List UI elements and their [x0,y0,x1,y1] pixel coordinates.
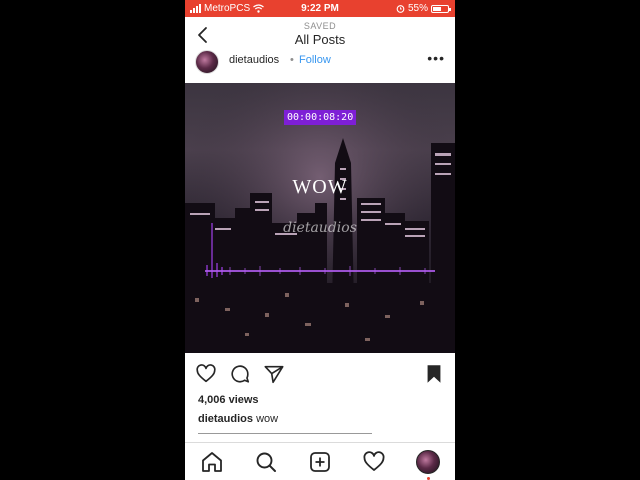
alarm-icon [396,5,405,13]
post-video[interactable]: 00:00:08:20 WOW dietaudios [185,83,455,353]
video-overlay-title: WOW [292,176,348,198]
header-subtitle: SAVED [303,21,337,31]
post-username[interactable]: dietaudios [229,54,279,66]
caption-text: wow [256,413,279,425]
video-watermark: dietaudios [283,220,357,236]
plus-square-icon[interactable] [308,450,332,474]
comment-icon[interactable] [229,363,251,385]
bookmark-filled-icon[interactable] [423,363,445,385]
phone-screen: MetroPCS 9:22 PM 55% SAVED All Posts die… [185,0,455,480]
heart-icon[interactable] [195,363,217,385]
separator-dot: • [290,54,294,66]
post-actions [185,363,455,387]
post-caption: dietaudios wow [198,413,278,425]
page-title: All Posts [294,32,346,47]
status-bar: MetroPCS 9:22 PM 55% [185,0,455,17]
avatar[interactable] [195,50,219,74]
battery-percent: 55% [407,3,428,14]
caption-username[interactable]: dietaudios [198,413,253,425]
profile-tab-avatar[interactable] [416,450,440,474]
battery-group: 55% [396,3,451,14]
feed-divider [198,433,372,434]
video-timecode: 00:00:08:20 [284,110,357,125]
bottom-tab-bar [185,442,455,480]
home-icon[interactable] [200,450,224,474]
search-icon[interactable] [254,450,278,474]
view-count[interactable]: 4,006 views [198,394,259,406]
activity-heart-icon[interactable] [362,450,386,474]
battery-icon [431,4,451,13]
more-options-icon[interactable]: ••• [427,50,445,66]
follow-button[interactable]: Follow [299,54,331,66]
paper-plane-icon[interactable] [263,363,285,385]
post-header: dietaudios • Follow ••• [185,48,455,80]
